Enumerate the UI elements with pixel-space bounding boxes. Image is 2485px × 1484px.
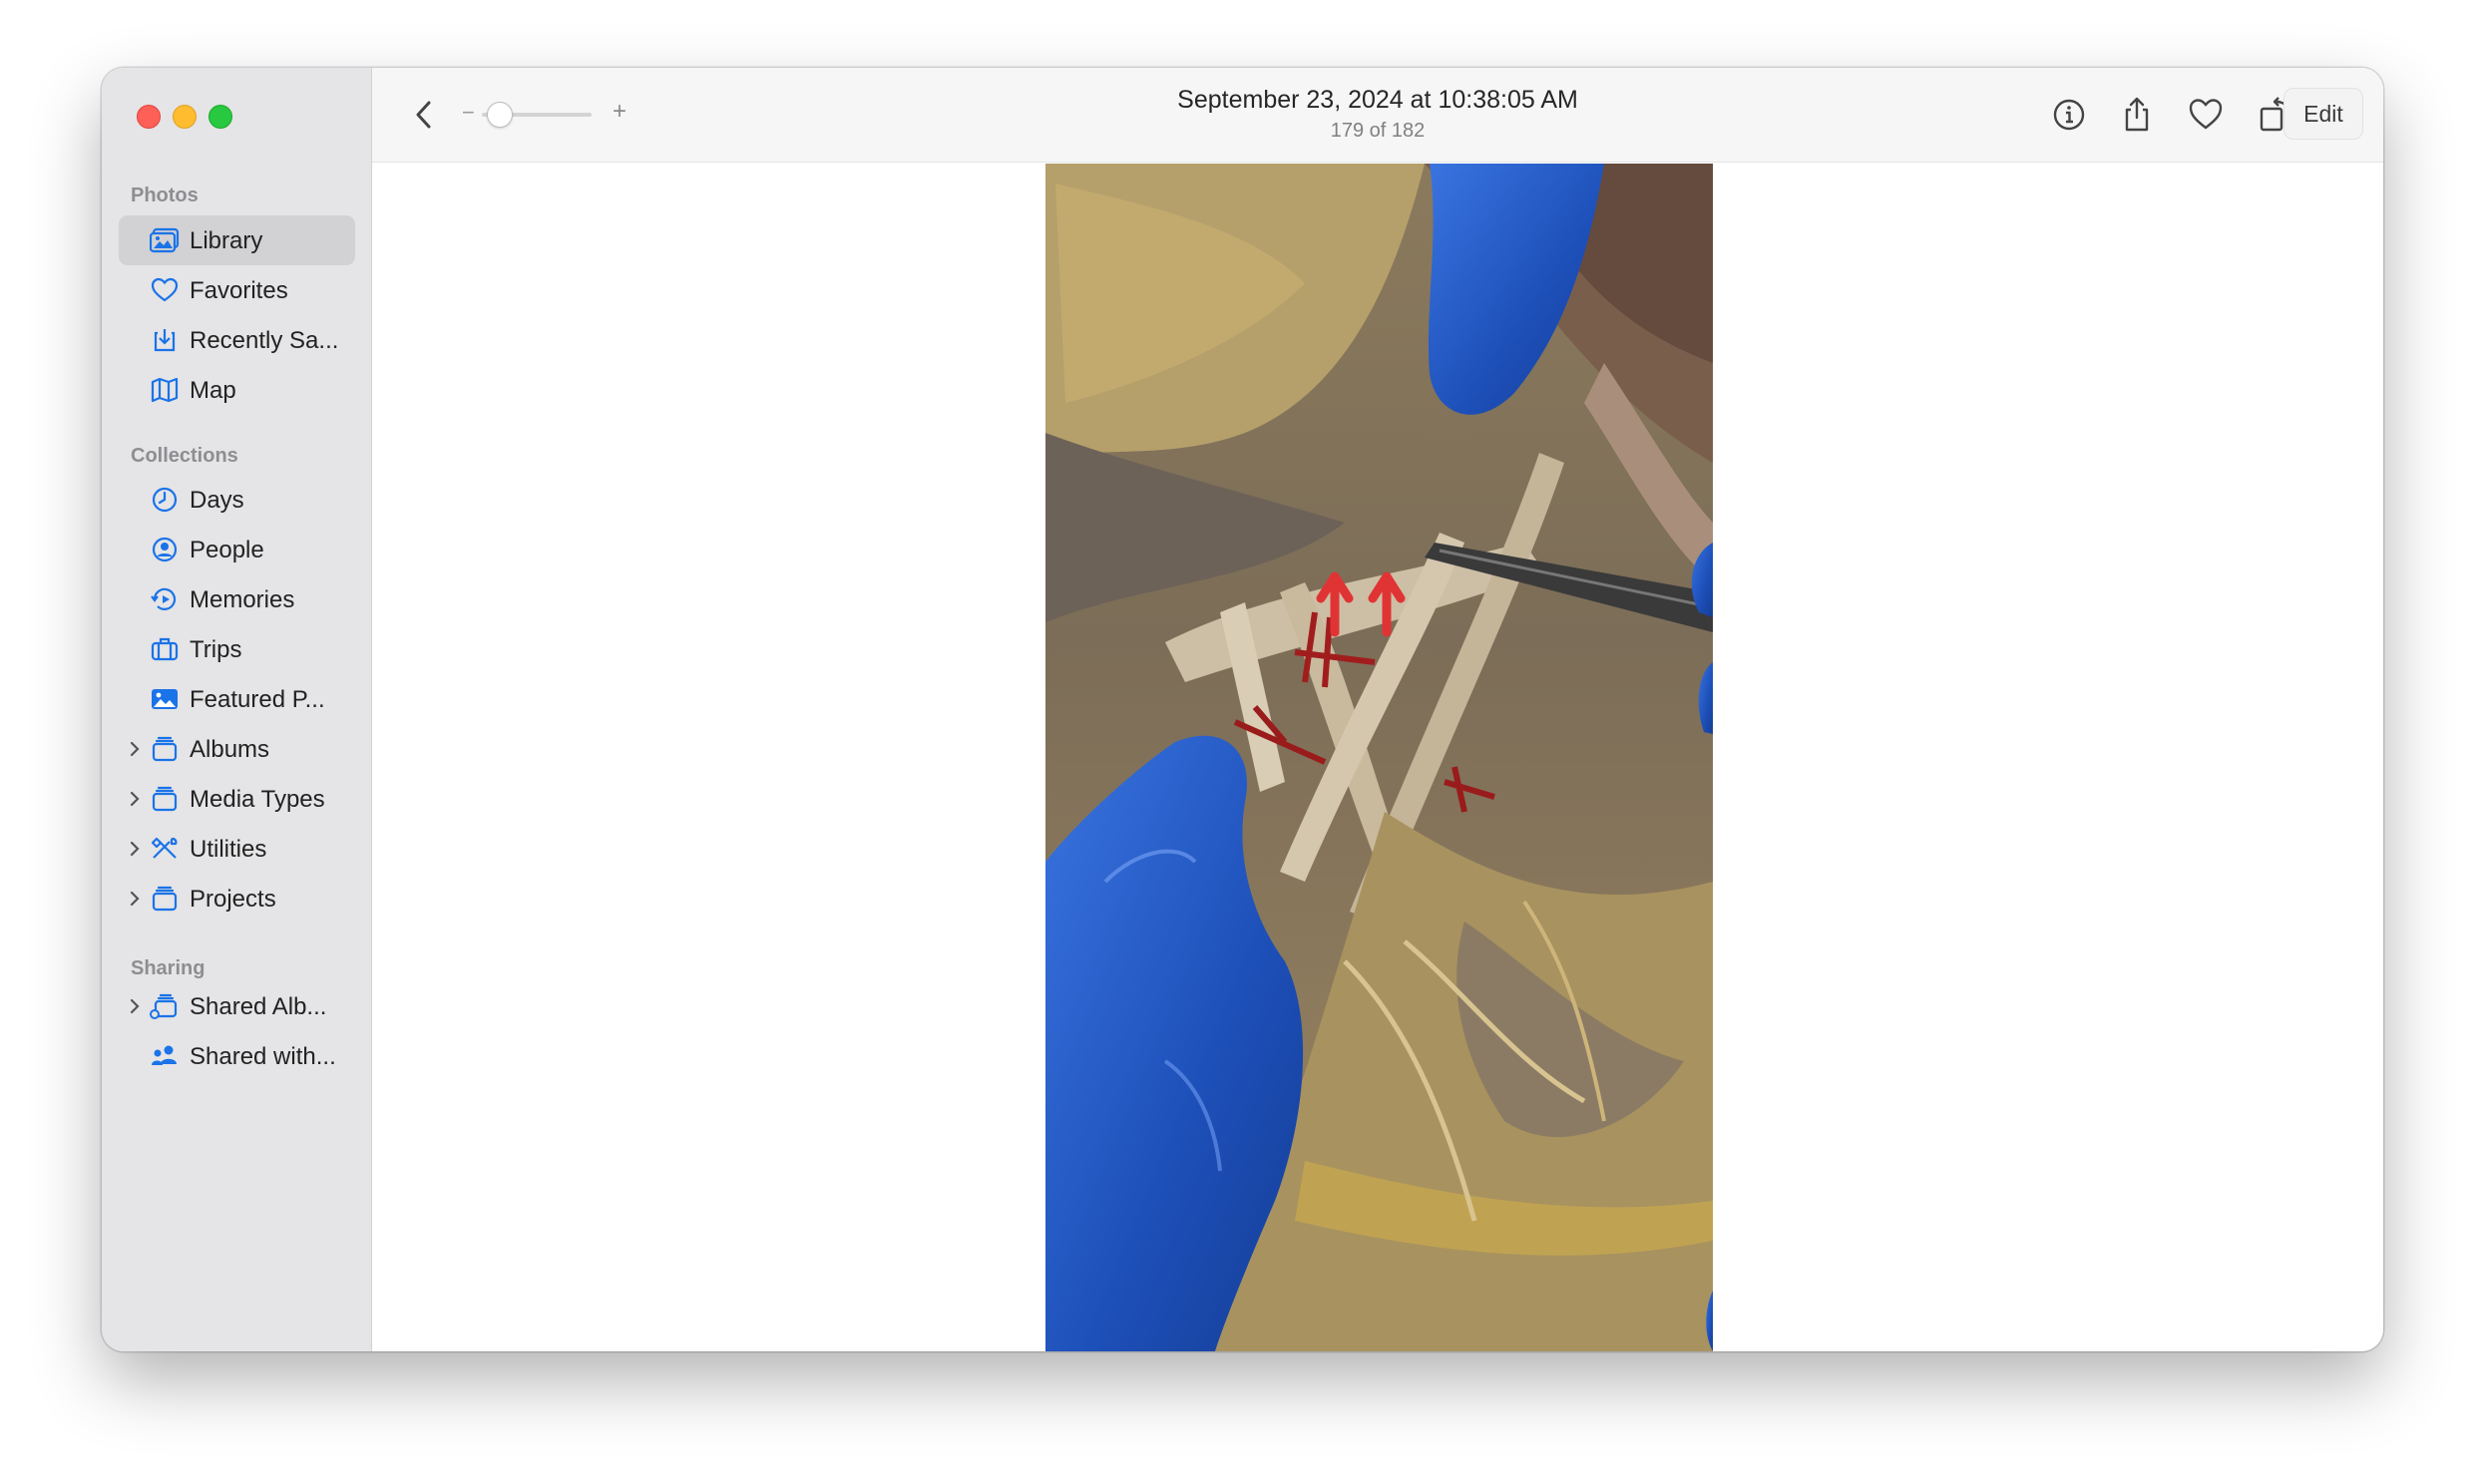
- sidebar-item-label: Days: [190, 487, 244, 514]
- sidebar-item-label: Trips: [190, 636, 242, 663]
- zoom-window-button[interactable]: [208, 105, 232, 129]
- sidebar-item-library[interactable]: Library: [119, 215, 355, 265]
- folder-icon: [150, 786, 180, 812]
- photo-viewer: − + September 23, 2024 at 10:38:05 AM 17…: [372, 68, 2383, 1351]
- chevron-right-icon[interactable]: [125, 738, 145, 760]
- folder-icon: [150, 886, 180, 912]
- toolbar: − + September 23, 2024 at 10:38:05 AM 17…: [372, 68, 2383, 163]
- section-label-collections: Collections: [131, 445, 238, 467]
- sidebar-item-featured-photos[interactable]: Featured P...: [119, 674, 355, 724]
- folder-icon: [150, 736, 180, 762]
- sidebar-item-shared-albums[interactable]: Shared Alb...: [119, 981, 355, 1031]
- photo-icon: [150, 686, 180, 712]
- suitcase-icon: [150, 636, 180, 662]
- map-icon: [150, 377, 180, 403]
- sidebar-item-label: Shared with...: [190, 1043, 336, 1070]
- sidebar-item-label: Media Types: [190, 786, 325, 813]
- sidebar-item-utilities[interactable]: Utilities: [119, 824, 355, 874]
- sidebar-item-shared-with-you[interactable]: Shared with...: [119, 1031, 355, 1081]
- sidebar-item-label: Albums: [190, 736, 270, 763]
- sidebar-item-trips[interactable]: Trips: [119, 624, 355, 674]
- close-window-button[interactable]: [137, 105, 161, 129]
- sidebar-item-memories[interactable]: Memories: [119, 574, 355, 624]
- sidebar-item-label: Utilities: [190, 836, 267, 863]
- section-label-sharing: Sharing: [131, 957, 206, 979]
- chevron-right-icon[interactable]: [125, 888, 145, 910]
- sidebar-item-label: Library: [190, 227, 263, 254]
- tools-icon: [150, 836, 180, 862]
- sidebar-item-label: People: [190, 537, 264, 563]
- chevron-right-icon[interactable]: [125, 788, 145, 810]
- heart-icon: [150, 277, 180, 303]
- person-icon: [150, 537, 180, 562]
- photos-window: Photos Library Favorites Recently Sa... …: [102, 68, 2383, 1351]
- shared-with-icon: [150, 1043, 180, 1069]
- share-icon[interactable]: [2118, 96, 2156, 134]
- sidebar-item-label: Projects: [190, 886, 276, 913]
- sidebar-item-label: Shared Alb...: [190, 993, 327, 1020]
- edit-button[interactable]: Edit: [2283, 88, 2363, 140]
- sidebar-item-people[interactable]: People: [119, 525, 355, 574]
- chevron-right-icon[interactable]: [125, 995, 145, 1017]
- sidebar-item-label: Featured P...: [190, 686, 325, 713]
- sidebar: Photos Library Favorites Recently Sa... …: [102, 68, 372, 1351]
- info-icon[interactable]: [2050, 96, 2088, 134]
- sidebar-item-albums[interactable]: Albums: [119, 724, 355, 774]
- library-icon: [149, 227, 180, 253]
- sidebar-item-favorites[interactable]: Favorites: [119, 265, 355, 315]
- section-label-photos: Photos: [131, 185, 199, 206]
- heart-icon[interactable]: [2187, 96, 2225, 134]
- sidebar-item-map[interactable]: Map: [119, 365, 355, 415]
- chevron-right-icon[interactable]: [125, 838, 145, 860]
- dissection-photo[interactable]: [1045, 164, 1713, 1351]
- sidebar-item-projects[interactable]: Projects: [119, 874, 355, 924]
- sidebar-item-recently-saved[interactable]: Recently Sa...: [119, 315, 355, 365]
- minimize-window-button[interactable]: [173, 105, 197, 129]
- sidebar-item-label: Favorites: [190, 277, 288, 304]
- sidebar-item-media-types[interactable]: Media Types: [119, 774, 355, 824]
- sidebar-item-days[interactable]: Days: [119, 475, 355, 525]
- clock-icon: [150, 487, 180, 513]
- sidebar-item-label: Recently Sa...: [190, 327, 339, 354]
- sidebar-item-label: Map: [190, 377, 236, 404]
- recently-saved-icon: [150, 327, 180, 353]
- sidebar-item-label: Memories: [190, 586, 295, 613]
- shared-album-icon: [150, 993, 180, 1019]
- memories-icon: [150, 586, 180, 612]
